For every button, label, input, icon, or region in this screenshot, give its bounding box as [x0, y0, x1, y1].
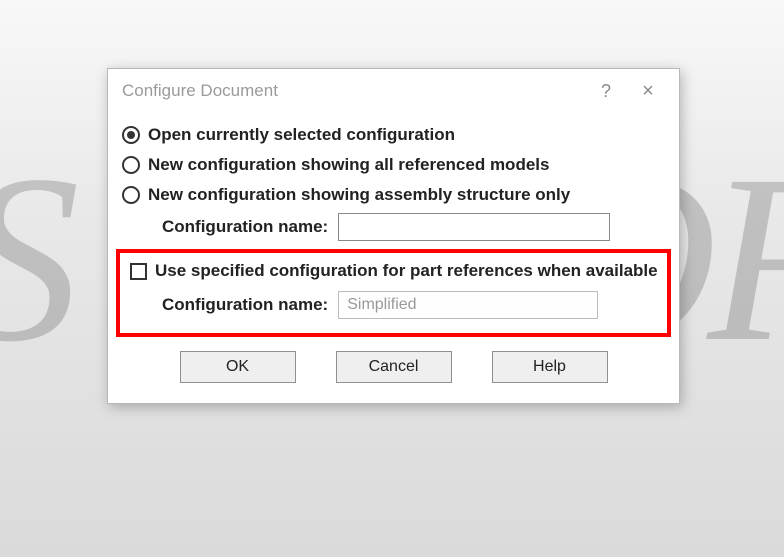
radio-open-current[interactable]: Open currently selected configuration: [122, 123, 665, 147]
radio-icon: [122, 156, 140, 174]
radio-icon: [122, 186, 140, 204]
radio-label: New configuration showing all referenced…: [148, 155, 549, 175]
radio-label: New configuration showing assembly struc…: [148, 185, 570, 205]
specified-config-name-row: Configuration name:: [162, 291, 661, 319]
config-name-label: Configuration name:: [162, 217, 328, 237]
help-button[interactable]: ?: [585, 77, 627, 105]
radio-icon: [122, 126, 140, 144]
dialog-body: Open currently selected configuration Ne…: [108, 113, 679, 403]
dialog-title: Configure Document: [122, 81, 585, 101]
specified-config-name-label: Configuration name:: [162, 295, 328, 315]
radio-new-assembly-only[interactable]: New configuration showing assembly struc…: [122, 183, 665, 207]
cancel-button[interactable]: Cancel: [336, 351, 452, 383]
close-button[interactable]: ×: [627, 77, 669, 105]
ok-button[interactable]: OK: [180, 351, 296, 383]
highlighted-section: Use specified configuration for part ref…: [116, 249, 671, 337]
dialog-button-row: OK Cancel Help: [122, 351, 665, 387]
checkbox-label: Use specified configuration for part ref…: [155, 261, 658, 281]
radio-new-all-referenced[interactable]: New configuration showing all referenced…: [122, 153, 665, 177]
help-button-bottom[interactable]: Help: [492, 351, 608, 383]
configure-document-dialog: Configure Document ? × Open currently se…: [107, 68, 680, 404]
radio-label: Open currently selected configuration: [148, 125, 455, 145]
use-specified-checkbox-row[interactable]: Use specified configuration for part ref…: [130, 261, 661, 281]
dialog-titlebar: Configure Document ? ×: [108, 69, 679, 113]
checkbox-icon: [130, 263, 147, 280]
specified-config-name-input[interactable]: [338, 291, 598, 319]
config-name-row: Configuration name:: [162, 213, 665, 241]
background-watermark-left: S: [0, 120, 70, 396]
config-name-input[interactable]: [338, 213, 610, 241]
